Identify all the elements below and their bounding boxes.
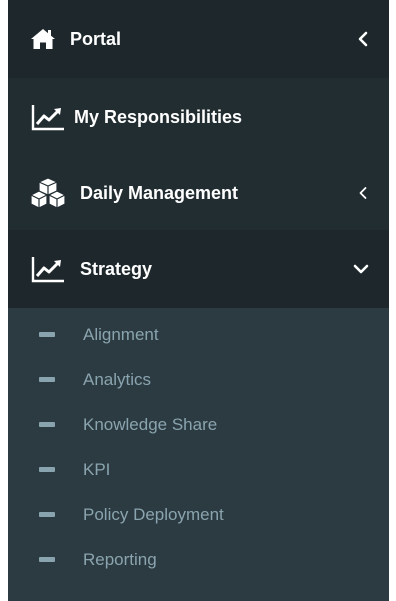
submenu-item-label: Reporting — [83, 549, 157, 569]
dash-icon — [39, 557, 55, 562]
line-chart-icon — [30, 102, 66, 132]
chevron-left-icon — [357, 185, 369, 201]
menu-item-daily-management[interactable]: Daily Management — [8, 156, 389, 230]
menu-item-strategy[interactable]: Strategy — [8, 230, 389, 308]
menu-item-label: Strategy — [80, 258, 153, 279]
chevron-left-icon — [357, 31, 369, 47]
submenu-item-label: Knowledge Share — [83, 414, 218, 434]
menu-item-label: My Responsibilities — [74, 106, 243, 127]
submenu-item-analytics[interactable]: Analytics — [8, 357, 389, 402]
menu-item-label: Portal — [70, 28, 122, 49]
dash-icon — [39, 332, 55, 337]
line-chart-icon — [30, 254, 66, 284]
submenu-item-policy-deployment[interactable]: Policy Deployment — [8, 492, 389, 537]
submenu-item-alignment[interactable]: Alignment — [8, 312, 389, 357]
menu-item-portal[interactable]: Portal — [8, 0, 389, 78]
dash-icon — [39, 467, 55, 472]
submenu-item-reporting[interactable]: Reporting — [8, 537, 389, 582]
menu-item-my-responsibilities[interactable]: My Responsibilities — [8, 78, 389, 156]
submenu-item-label: KPI — [83, 459, 111, 479]
chevron-down-icon — [353, 263, 369, 275]
home-icon — [30, 26, 56, 52]
strategy-submenu: Alignment Analytics Knowledge Share KPI … — [8, 308, 389, 582]
submenu-item-label: Alignment — [83, 324, 159, 344]
submenu-item-label: Policy Deployment — [83, 504, 224, 524]
dash-icon — [39, 377, 55, 382]
menu-item-label: Daily Management — [80, 182, 239, 203]
sidebar-menu: Portal My Responsibilities Daily Managem… — [8, 0, 389, 601]
submenu-item-label: Analytics — [83, 369, 152, 389]
cubes-icon — [30, 177, 66, 209]
submenu-item-kpi[interactable]: KPI — [8, 447, 389, 492]
dash-icon — [39, 512, 55, 517]
dash-icon — [39, 422, 55, 427]
submenu-item-knowledge-share[interactable]: Knowledge Share — [8, 402, 389, 447]
